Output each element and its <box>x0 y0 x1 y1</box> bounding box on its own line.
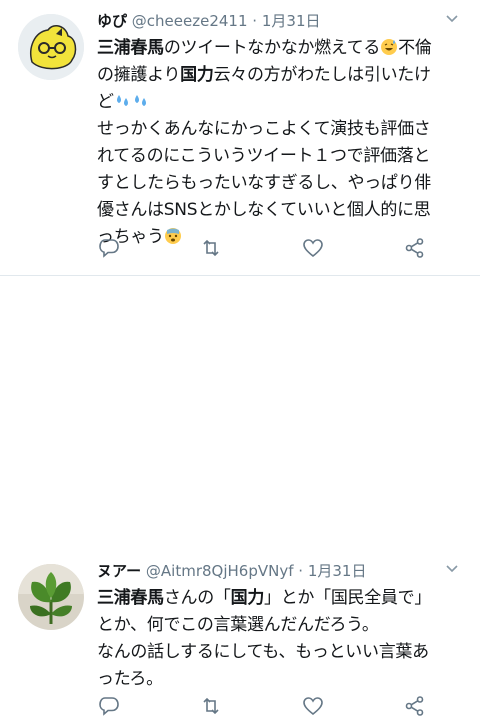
tweet[interactable]: ヌアー @Aitmr8QjH6pVNyf · 1月31日 三浦春馬さんの「国力」… <box>0 276 480 716</box>
retweet-icon[interactable] <box>199 236 223 260</box>
like-icon[interactable] <box>301 236 325 260</box>
avatar[interactable] <box>18 564 84 630</box>
tweet-actions <box>97 694 427 718</box>
text-fragment: さんの「 <box>163 588 231 608</box>
text-fragment: 優さんはSNSとかしなくていいと個人的に思 <box>97 200 431 220</box>
handle[interactable]: @Aitmr8QjH6pVNyf <box>146 562 294 580</box>
chevron-down-icon[interactable] <box>442 558 462 578</box>
timestamp[interactable]: 1月31日 <box>308 562 367 580</box>
text-fragment: 」とか「国民全員で」 <box>264 588 432 608</box>
grinning-sweat-emoji <box>381 39 398 55</box>
like-icon[interactable] <box>301 694 325 718</box>
text-fragment: せっかくあんなにかっこよくて演技も評価さ <box>97 119 431 139</box>
text-fragment: ど <box>97 92 114 112</box>
reply-icon[interactable] <box>97 236 121 260</box>
share-icon[interactable] <box>403 236 427 260</box>
retweet-icon[interactable] <box>199 694 223 718</box>
separator-dot: · <box>252 12 258 30</box>
handle[interactable]: @cheeeze2411 <box>132 12 248 30</box>
tweet-header: ゆぴ @cheeeze2411 · 1月31日 <box>97 8 472 34</box>
text-fragment: れてるのにこういうツイート１つで評価落と <box>97 146 431 166</box>
sweat-droplets-emoji <box>116 95 128 106</box>
display-name[interactable]: ゆぴ <box>97 12 127 30</box>
bold-phrase: 三浦春馬 <box>97 38 164 58</box>
text-line: 三浦春馬のツイートなかなか燃えてる <box>97 38 380 58</box>
bold-phrase: 国力 <box>230 588 265 608</box>
bold-phrase: 国力 <box>180 65 214 85</box>
display-name[interactable]: ヌアー <box>97 562 141 580</box>
bold-phrase: 三浦春馬 <box>97 588 164 608</box>
text-fragment: とか、何でこの言葉選んだんだろう。 <box>97 615 379 635</box>
chevron-down-icon[interactable] <box>442 8 462 28</box>
share-icon[interactable] <box>403 694 427 718</box>
tweet-header: ヌアー @Aitmr8QjH6pVNyf · 1月31日 <box>97 558 472 584</box>
text-fragment: のツイートなかなか燃えてる <box>163 38 381 58</box>
tweet[interactable]: ゆぴ @cheeeze2411 · 1月31日 三浦春馬のツイートなかなか燃えて… <box>0 0 480 275</box>
text-fragment: ったろ。 <box>97 669 163 689</box>
avatar[interactable] <box>18 14 84 80</box>
tweet-text: 三浦春馬のツイートなかなか燃えてる 不倫 の擁護より国力云々の方がわたしは引いたけ… <box>97 35 472 251</box>
text-fragment: の擁護より <box>97 65 181 85</box>
text-fragment: 不倫 <box>398 38 432 58</box>
timestamp[interactable]: 1月31日 <box>262 12 321 30</box>
separator-dot: · <box>298 562 304 580</box>
text-fragment: すとしたらもったいなすぎるし、やっぱり俳 <box>97 173 431 193</box>
reply-icon[interactable] <box>97 694 121 718</box>
tweet-actions <box>97 236 427 260</box>
text-fragment: 云々の方がわたしは引いたけ <box>213 65 431 85</box>
tweet-text: 三浦春馬さんの「国力」とか「国民全員で」 とか、何でこの言葉選んだんだろう。 な… <box>97 585 472 693</box>
sweat-droplets-emoji <box>134 95 146 106</box>
text-fragment: なんの話しするにしても、もっといい言葉あ <box>97 642 429 662</box>
